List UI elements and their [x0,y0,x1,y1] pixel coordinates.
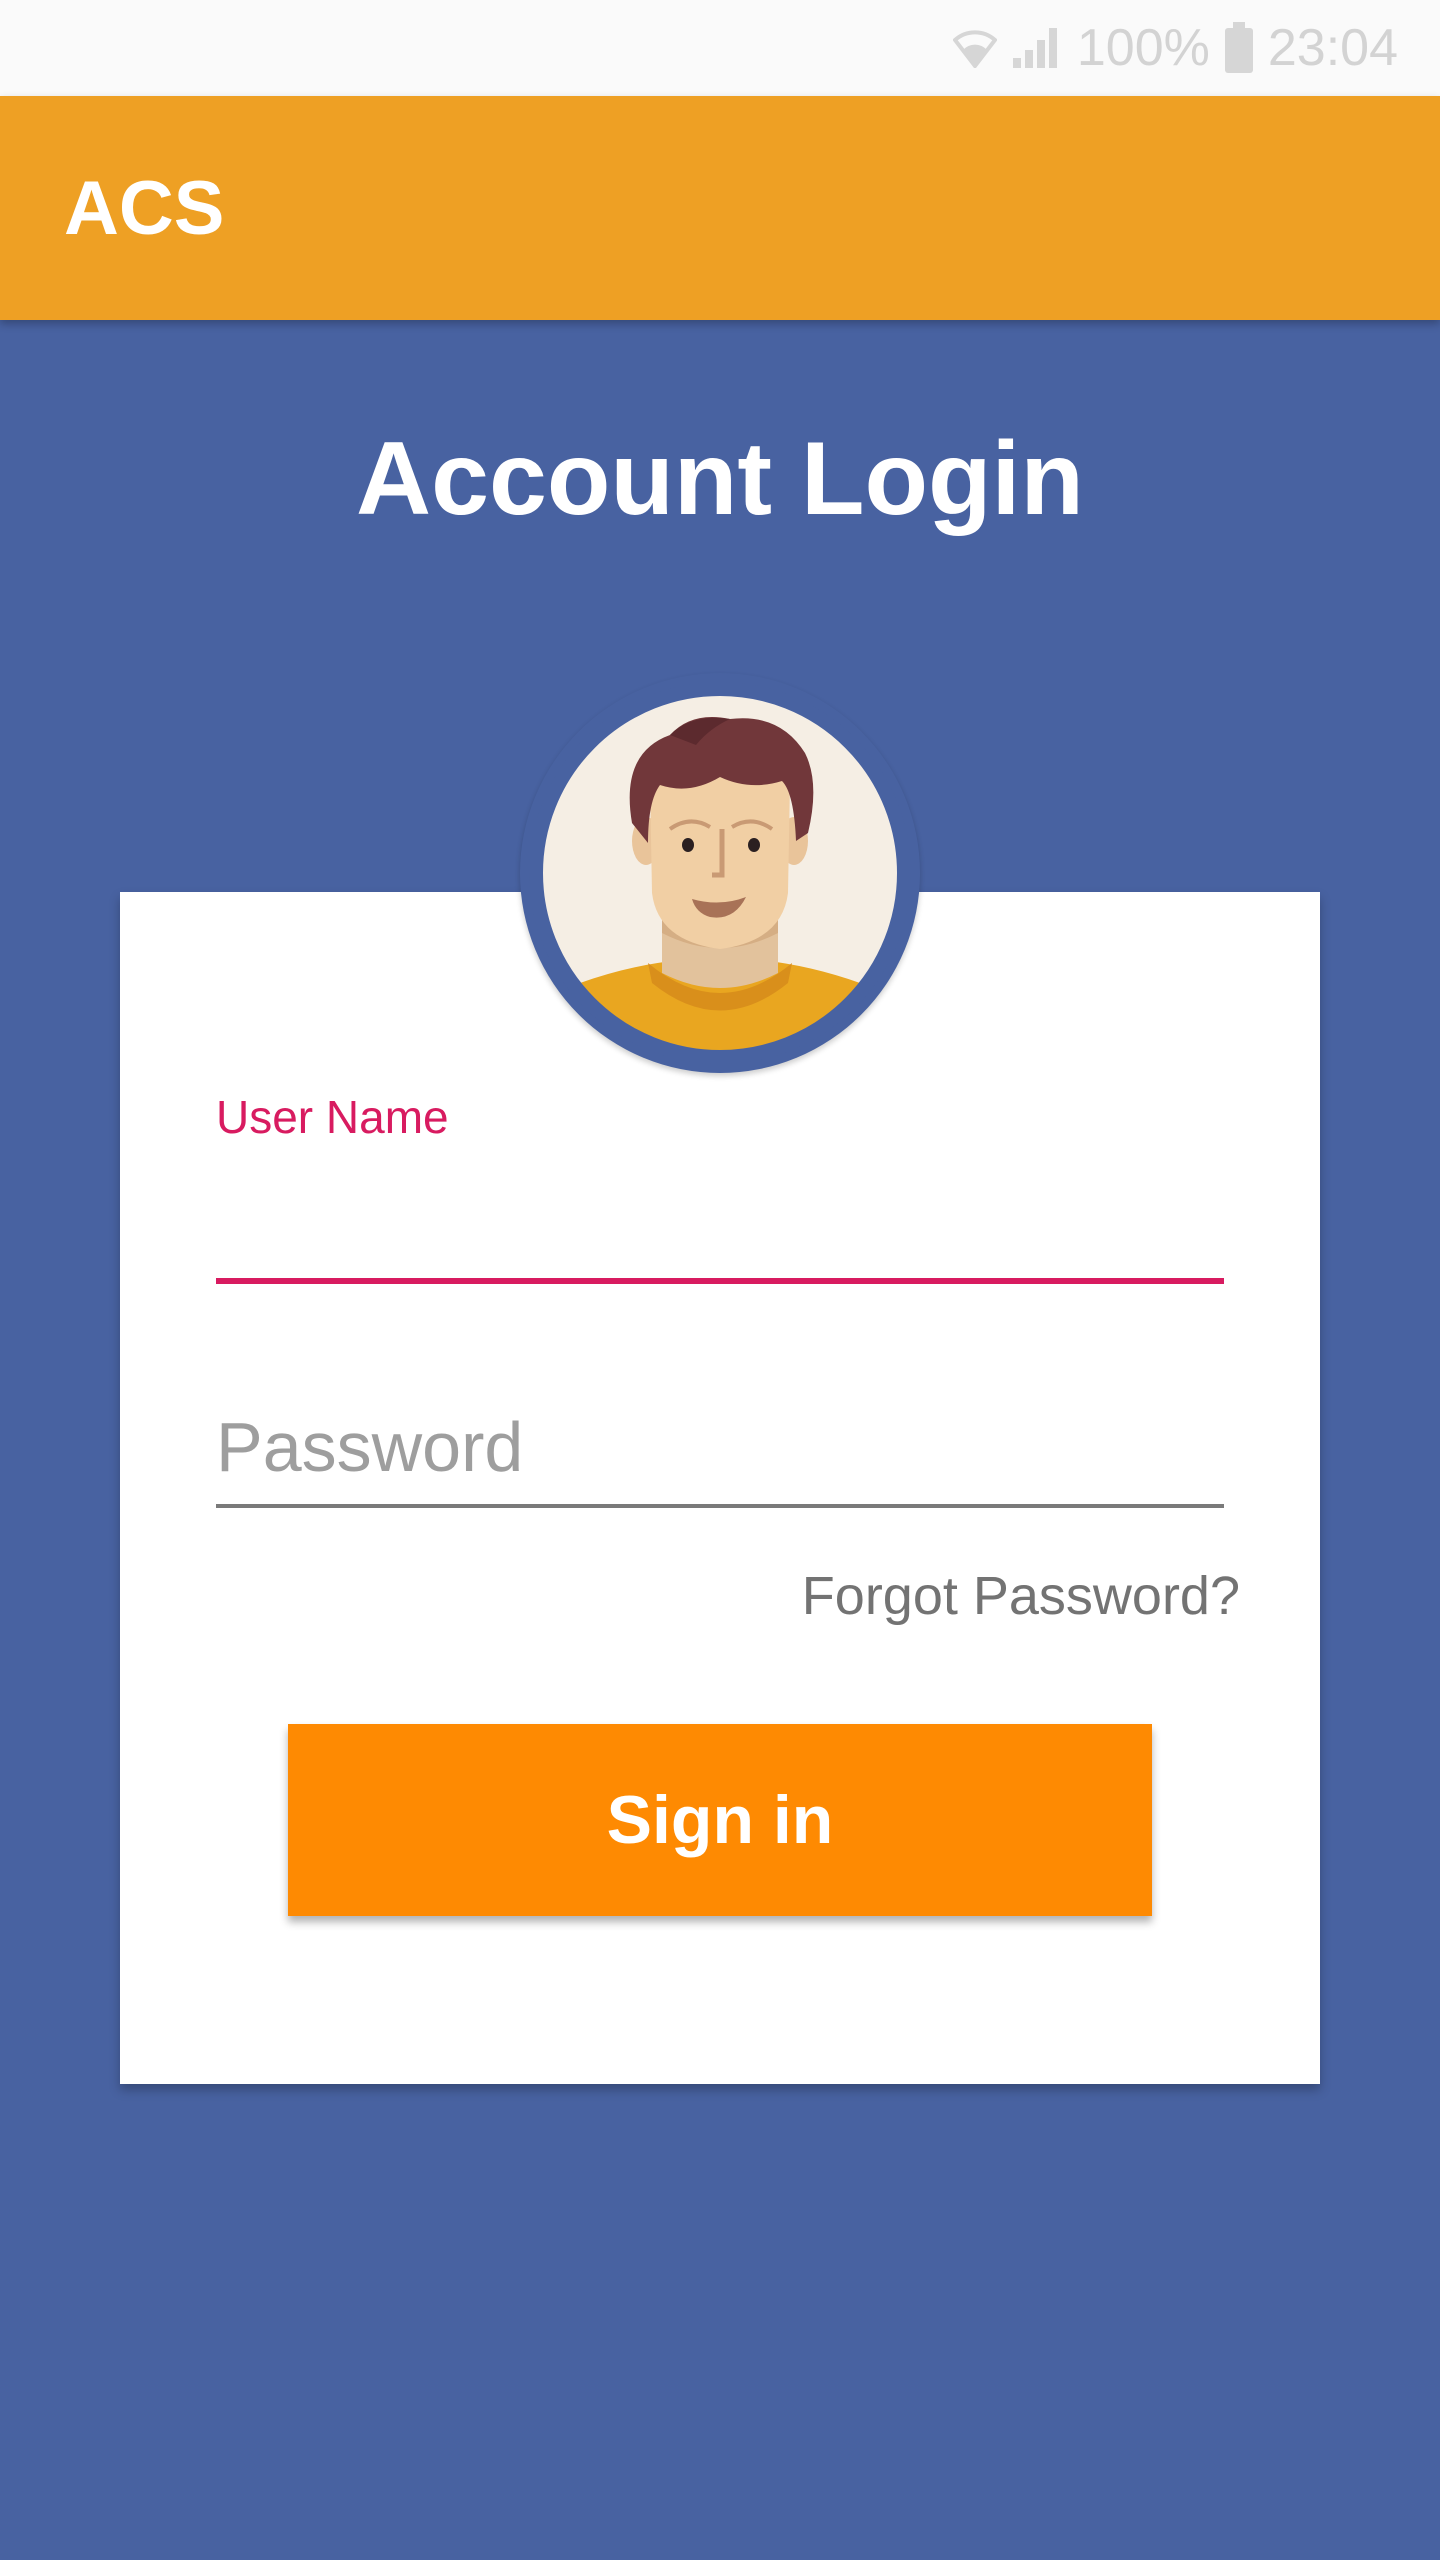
app-title: ACS [64,165,225,251]
status-bar: 100% 23:04 [0,0,1440,96]
page-title: Account Login [356,421,1084,537]
username-label: User Name [216,1091,449,1143]
clock: 23:04 [1267,19,1398,77]
username-input[interactable] [216,1160,1224,1284]
sign-in-button[interactable]: Sign in [288,1724,1152,1916]
signal-icon [1011,26,1063,70]
user-avatar-icon [520,673,920,1073]
battery-icon [1224,22,1254,74]
wifi-icon [952,28,997,68]
battery-percent: 100% [1076,19,1210,77]
forgot-password-link[interactable]: Forgot Password? [700,1565,1240,1627]
app-bar: ACS [0,96,1440,320]
password-input[interactable] [216,1390,1224,1508]
